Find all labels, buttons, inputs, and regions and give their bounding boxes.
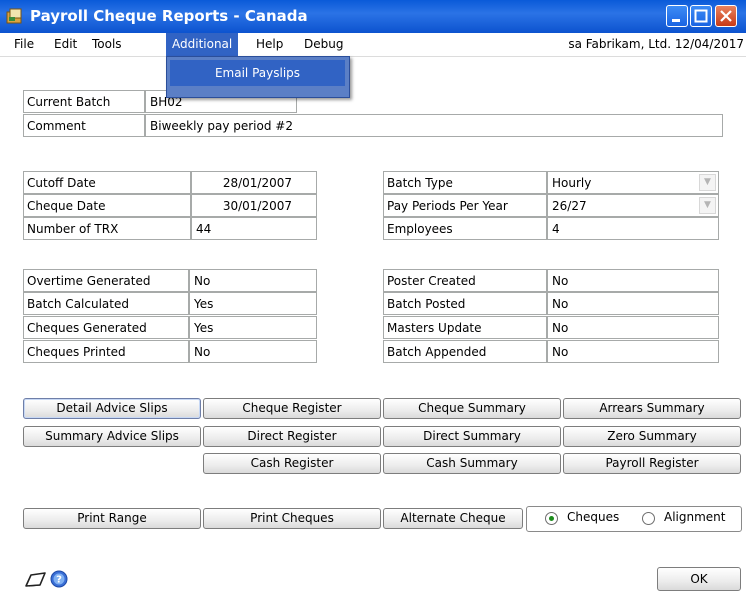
session-info: sa Fabrikam, Ltd. 12/04/2017	[568, 37, 744, 51]
chevron-down-icon[interactable]: ▼	[699, 174, 716, 191]
title-bar: Payroll Cheque Reports - Canada	[0, 0, 746, 33]
overtime-generated-label: Overtime Generated	[23, 269, 189, 292]
menu-help[interactable]: Help	[250, 33, 289, 56]
print-mode-radio-group: Cheques Alignment	[526, 506, 742, 532]
additional-menu-dropdown: Email Payslips	[166, 56, 350, 98]
minimize-icon	[672, 19, 680, 22]
employees-field: 4	[547, 217, 719, 240]
payroll-register-button[interactable]: Payroll Register	[563, 453, 741, 474]
print-range-button[interactable]: Print Range	[23, 508, 201, 529]
cheques-radio-label[interactable]: Cheques	[567, 510, 619, 524]
close-button[interactable]	[715, 5, 737, 27]
cash-register-button[interactable]: Cash Register	[203, 453, 381, 474]
batch-type-label: Batch Type	[383, 171, 547, 194]
cutoff-date-field[interactable]: 28/01/2007	[191, 171, 317, 194]
ok-button[interactable]: OK	[657, 567, 741, 591]
menu-item-email-payslips[interactable]: Email Payslips	[170, 60, 345, 86]
masters-update-label: Masters Update	[383, 316, 547, 339]
maximize-icon	[694, 9, 708, 23]
detail-advice-slips-button[interactable]: Detail Advice Slips	[23, 398, 201, 419]
print-cheques-button[interactable]: Print Cheques	[203, 508, 381, 529]
batch-calculated-label: Batch Calculated	[23, 292, 189, 315]
batch-posted-label: Batch Posted	[383, 292, 547, 315]
alignment-radio[interactable]	[642, 512, 655, 525]
cheques-radio[interactable]	[545, 512, 558, 525]
direct-summary-button[interactable]: Direct Summary	[383, 426, 561, 447]
alignment-radio-label[interactable]: Alignment	[664, 510, 725, 524]
number-of-trx-label: Number of TRX	[23, 217, 191, 240]
menu-file[interactable]: File	[8, 33, 40, 56]
employees-label: Employees	[383, 217, 547, 240]
overtime-generated-value: No	[189, 269, 317, 292]
batch-calculated-value: Yes	[189, 292, 317, 315]
menu-debug[interactable]: Debug	[298, 33, 349, 56]
poster-created-label: Poster Created	[383, 269, 547, 292]
chevron-down-icon[interactable]: ▼	[699, 197, 716, 214]
radio-selected-dot	[549, 516, 554, 521]
batch-type-value: Hourly	[552, 176, 592, 190]
cheques-generated-value: Yes	[189, 316, 317, 339]
cheque-summary-button[interactable]: Cheque Summary	[383, 398, 561, 419]
pay-periods-value: 26/27	[552, 199, 587, 213]
batch-posted-value: No	[547, 292, 719, 315]
cheques-generated-label: Cheques Generated	[23, 316, 189, 339]
alternate-cheque-button[interactable]: Alternate Cheque	[383, 508, 523, 529]
minimize-button[interactable]	[666, 5, 688, 27]
app-icon	[6, 8, 22, 24]
batch-appended-value: No	[547, 340, 719, 363]
masters-update-value: No	[547, 316, 719, 339]
arrears-summary-button[interactable]: Arrears Summary	[563, 398, 741, 419]
svg-text:?: ?	[56, 575, 62, 586]
cheque-date-field[interactable]: 30/01/2007	[191, 194, 317, 217]
maximize-button[interactable]	[690, 5, 712, 27]
cash-summary-button[interactable]: Cash Summary	[383, 453, 561, 474]
direct-register-button[interactable]: Direct Register	[203, 426, 381, 447]
cheque-register-button[interactable]: Cheque Register	[203, 398, 381, 419]
menu-edit[interactable]: Edit	[48, 33, 83, 56]
cutoff-date-label: Cutoff Date	[23, 171, 191, 194]
cheque-date-label: Cheque Date	[23, 194, 191, 217]
help-icon[interactable]: ?	[50, 570, 68, 588]
current-batch-label: Current Batch	[23, 90, 145, 113]
zero-summary-button[interactable]: Zero Summary	[563, 426, 741, 447]
summary-advice-slips-button[interactable]: Summary Advice Slips	[23, 426, 201, 447]
note-icon[interactable]	[24, 571, 48, 589]
comment-field[interactable]: Biweekly pay period #2	[145, 114, 723, 137]
cheques-printed-label: Cheques Printed	[23, 340, 189, 363]
menu-additional[interactable]: Additional	[166, 33, 239, 56]
poster-created-value: No	[547, 269, 719, 292]
close-icon	[720, 10, 732, 22]
batch-type-select[interactable]: Hourly ▼	[547, 171, 719, 194]
cheques-printed-value: No	[189, 340, 317, 363]
window-title: Payroll Cheque Reports - Canada	[30, 7, 308, 25]
comment-label: Comment	[23, 114, 145, 137]
menu-tools[interactable]: Tools	[86, 33, 128, 56]
number-of-trx-field: 44	[191, 217, 317, 240]
pay-periods-label: Pay Periods Per Year	[383, 194, 547, 217]
pay-periods-select[interactable]: 26/27 ▼	[547, 194, 719, 217]
batch-appended-label: Batch Appended	[383, 340, 547, 363]
menu-bar: File Edit Tools Additional Help Debug sa…	[0, 33, 746, 57]
